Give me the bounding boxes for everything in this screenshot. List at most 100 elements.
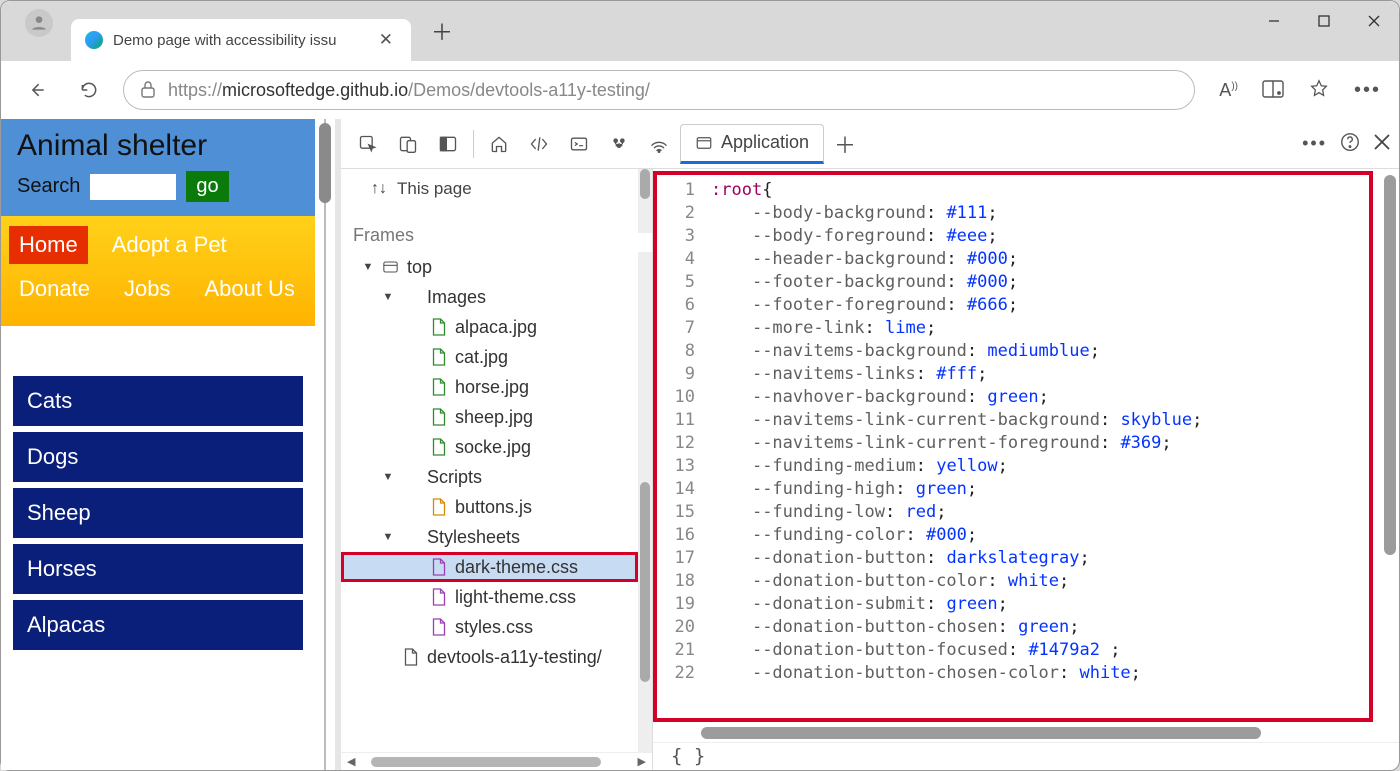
category-horses[interactable]: Horses — [13, 544, 303, 594]
address-bar[interactable]: https://microsoftedge.github.io/Demos/de… — [123, 70, 1195, 110]
maximize-button[interactable] — [1299, 1, 1349, 41]
tree-file-cat.jpg[interactable]: cat.jpg — [341, 342, 638, 372]
tree-file-dark-theme.css[interactable]: dark-theme.css — [341, 552, 638, 582]
tree-scope[interactable]: ↑↓ This page — [341, 169, 638, 209]
tree-scope-label: This page — [397, 179, 472, 199]
tree-stylesheets[interactable]: ▼Stylesheets — [341, 522, 638, 552]
image-file-icon — [429, 377, 447, 397]
code-text[interactable]: :root{ --body-background: #111; --body-f… — [705, 175, 1369, 718]
stylesheet-file-icon — [429, 557, 447, 577]
script-file-icon — [429, 497, 447, 517]
more-tabs-button[interactable]: ＋ — [826, 125, 864, 163]
sources-tab-icon[interactable] — [600, 125, 638, 163]
application-tab[interactable]: Application — [680, 124, 824, 164]
tree-file-horse.jpg[interactable]: horse.jpg — [341, 372, 638, 402]
go-button[interactable]: go — [186, 171, 228, 202]
devtools-close-icon[interactable] — [1373, 133, 1391, 154]
browser-toolbar: https://microsoftedge.github.io/Demos/de… — [1, 61, 1399, 119]
page-nav: Home Adopt a PetDonate Jobs About Us — [1, 216, 315, 326]
tree-hscroll[interactable]: ◀ ▶ — [341, 752, 652, 770]
tree-scrollbar[interactable] — [638, 252, 652, 752]
tree-scrollbar-top[interactable] — [638, 169, 652, 233]
search-row: Search go — [17, 171, 299, 202]
image-file-icon — [429, 437, 447, 457]
page-scrollbar[interactable] — [315, 119, 335, 770]
code-area: 12345678910111213141516171819202122 :roo… — [653, 171, 1373, 722]
image-file-icon — [429, 407, 447, 427]
devtools-panel: Application ＋ ••• ↑↓ This pag — [341, 119, 1399, 770]
tree-file-alpaca.jpg[interactable]: alpaca.jpg — [341, 312, 638, 342]
network-tab-icon[interactable] — [640, 125, 678, 163]
nav-link-about-us[interactable]: About Us — [194, 270, 305, 308]
favorite-icon[interactable] — [1308, 78, 1330, 103]
console-tab-icon[interactable] — [560, 125, 598, 163]
tab-close-icon[interactable]: ✕ — [375, 28, 397, 52]
application-tab-label: Application — [721, 132, 809, 153]
category-sheep[interactable]: Sheep — [13, 488, 303, 538]
refresh-button[interactable] — [71, 72, 107, 108]
lock-icon — [140, 80, 156, 101]
folder-icon — [401, 467, 419, 487]
frame-icon — [381, 257, 399, 277]
more-icon[interactable]: ••• — [1354, 79, 1381, 102]
devtools-body: ↑↓ This page Frames ▼top▼Imagesalpaca.jp… — [341, 169, 1399, 770]
tree-doc[interactable]: devtools-a11y-testing/ — [341, 642, 638, 672]
titlebar: Demo page with accessibility issu ✕ ＋ — [1, 1, 1399, 61]
tree-file-socke.jpg[interactable]: socke.jpg — [341, 432, 638, 462]
tab-title: Demo page with accessibility issu — [113, 32, 365, 49]
folder-icon — [401, 287, 419, 307]
document-file-icon — [401, 647, 419, 667]
dock-icon[interactable] — [429, 125, 467, 163]
tree-file-styles.css[interactable]: styles.css — [341, 612, 638, 642]
profile-avatar[interactable] — [25, 9, 53, 37]
reader-icon[interactable] — [1262, 79, 1284, 102]
close-window-button[interactable] — [1349, 1, 1399, 41]
tree-top[interactable]: ▼top — [341, 252, 638, 282]
line-gutter: 12345678910111213141516171819202122 — [657, 175, 705, 718]
edge-favicon-icon — [85, 31, 103, 49]
devtools-more-icon[interactable]: ••• — [1302, 133, 1327, 154]
inspect-icon[interactable] — [349, 125, 387, 163]
demo-page: Animal shelter Search go Home Adopt a Pet… — [1, 119, 315, 770]
tree-scripts[interactable]: ▼Scripts — [341, 462, 638, 492]
nav-link-adopt-a-pet[interactable]: Adopt a Pet — [102, 226, 237, 264]
welcome-tab-icon[interactable] — [480, 125, 518, 163]
image-file-icon — [429, 317, 447, 337]
stylesheet-file-icon — [429, 587, 447, 607]
category-dogs[interactable]: Dogs — [13, 432, 303, 482]
category-alpacas[interactable]: Alpacas — [13, 600, 303, 650]
search-label: Search — [17, 175, 80, 198]
content-area: Animal shelter Search go Home Adopt a Pet… — [1, 119, 1399, 770]
nav-link-donate[interactable]: Donate — [9, 270, 100, 308]
code-scrollbar-h[interactable] — [701, 724, 1373, 742]
section-frames: Frames — [341, 209, 638, 252]
help-icon[interactable] — [1339, 131, 1361, 156]
page-viewport: Animal shelter Search go Home Adopt a Pet… — [1, 119, 335, 770]
image-file-icon — [429, 347, 447, 367]
nav-link-home[interactable]: Home — [9, 226, 88, 264]
nav-link-jobs[interactable]: Jobs — [114, 270, 180, 308]
window-controls — [1249, 1, 1399, 41]
tree-images[interactable]: ▼Images — [341, 282, 638, 312]
back-button[interactable] — [19, 72, 55, 108]
url-text: https://microsoftedge.github.io/Demos/de… — [168, 80, 650, 101]
read-aloud-icon[interactable]: A)) — [1219, 80, 1238, 101]
tree-file-sheep.jpg[interactable]: sheep.jpg — [341, 402, 638, 432]
tree-file-light-theme.css[interactable]: light-theme.css — [341, 582, 638, 612]
source-viewer: 12345678910111213141516171819202122 :roo… — [653, 169, 1399, 770]
toolbar-right: A)) ••• — [1211, 78, 1381, 103]
folder-icon — [401, 527, 419, 547]
elements-tab-icon[interactable] — [520, 125, 558, 163]
page-header: Animal shelter Search go — [1, 119, 315, 216]
devtools-tabbar: Application ＋ ••• — [341, 119, 1399, 169]
minimize-button[interactable] — [1249, 1, 1299, 41]
code-scrollbar-v[interactable] — [1381, 169, 1399, 722]
browser-tab[interactable]: Demo page with accessibility issu ✕ — [71, 19, 411, 61]
search-input[interactable] — [90, 174, 176, 200]
category-list: Cats Dogs Sheep Horses Alpacas — [1, 326, 315, 650]
device-icon[interactable] — [389, 125, 427, 163]
format-button[interactable]: { } — [653, 742, 1399, 770]
category-cats[interactable]: Cats — [13, 376, 303, 426]
tree-file-buttons.js[interactable]: buttons.js — [341, 492, 638, 522]
new-tab-button[interactable]: ＋ — [423, 11, 461, 51]
